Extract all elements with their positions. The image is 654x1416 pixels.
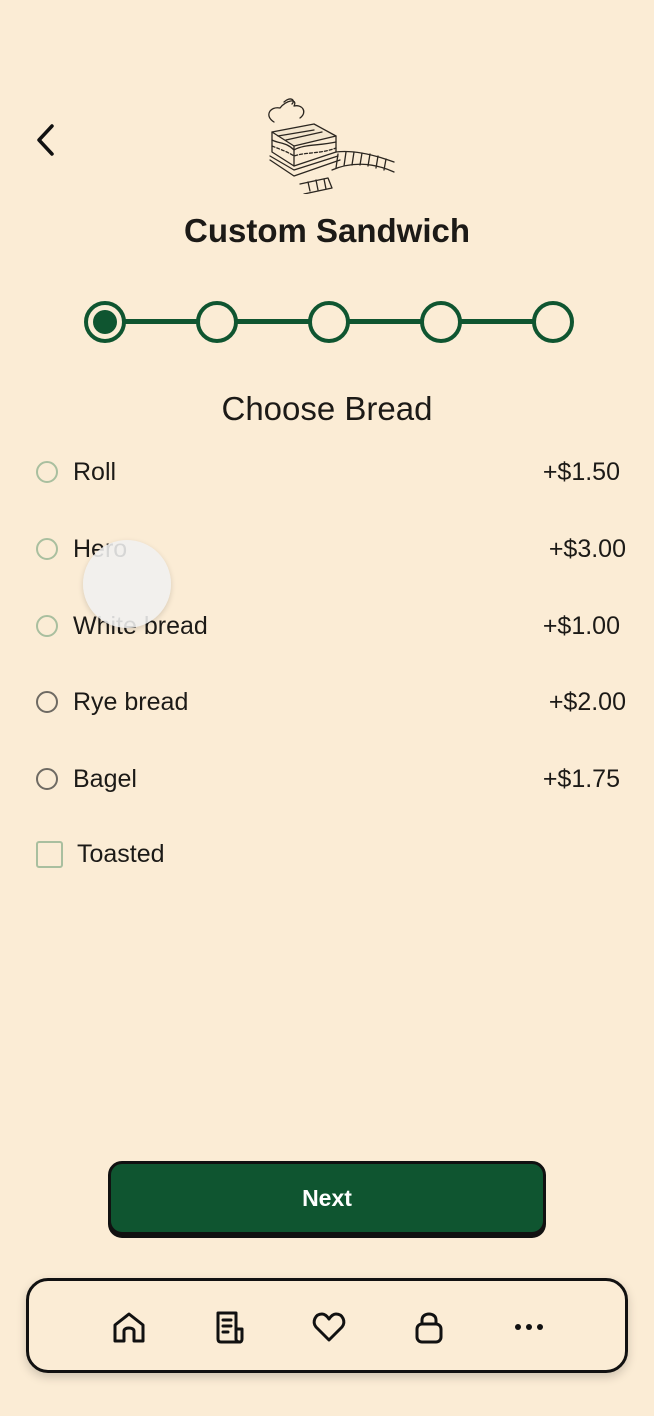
toasted-checkbox[interactable] [36, 840, 63, 868]
lock-icon [415, 1312, 443, 1344]
option-price: +$3.00 [548, 534, 626, 563]
home-icon [113, 1312, 145, 1343]
step-3-indicator[interactable] [308, 301, 350, 343]
progress-stepper [80, 298, 580, 346]
option-roll[interactable]: Roll +$1.50 [26, 442, 636, 502]
option-price: +$2.00 [548, 687, 626, 716]
more-icon [515, 1324, 543, 1330]
radio-button[interactable] [36, 538, 58, 560]
step-2-indicator[interactable] [196, 301, 238, 343]
toasted-label: Toasted [77, 839, 165, 868]
step-1-indicator[interactable] [84, 301, 126, 343]
page-title: Custom Sandwich [183, 212, 471, 249]
tab-more[interactable] [507, 1305, 551, 1349]
tab-favorites[interactable] [307, 1305, 351, 1349]
radio-button[interactable] [36, 461, 58, 483]
sandwich-illustration [256, 92, 398, 194]
option-label: Bagel [73, 764, 137, 793]
back-button[interactable] [24, 114, 68, 166]
tab-account[interactable] [407, 1305, 451, 1349]
option-price: +$1.00 [542, 611, 620, 640]
toasted-option[interactable]: Toasted [26, 824, 636, 884]
next-button[interactable]: Next [108, 1161, 546, 1235]
receipt-icon [216, 1311, 244, 1344]
option-bagel[interactable]: Bagel +$1.75 [26, 749, 636, 809]
option-label: Roll [73, 457, 117, 486]
touch-indicator [83, 540, 171, 628]
option-price: +$1.50 [542, 457, 620, 486]
step-5-indicator[interactable] [532, 301, 574, 343]
section-title: Choose Bread [221, 390, 433, 427]
tab-orders[interactable] [207, 1305, 251, 1349]
option-label: Rye bread [73, 687, 189, 716]
chevron-left-icon [37, 124, 54, 156]
heart-icon [312, 1312, 346, 1342]
radio-button[interactable] [36, 615, 58, 637]
tab-home[interactable] [107, 1305, 151, 1349]
option-price: +$1.75 [542, 764, 620, 793]
radio-button[interactable] [36, 768, 58, 790]
option-rye-bread[interactable]: Rye bread +$2.00 [26, 672, 636, 732]
step-4-indicator[interactable] [420, 301, 462, 343]
bottom-tab-bar [26, 1278, 628, 1373]
radio-button[interactable] [36, 691, 58, 713]
